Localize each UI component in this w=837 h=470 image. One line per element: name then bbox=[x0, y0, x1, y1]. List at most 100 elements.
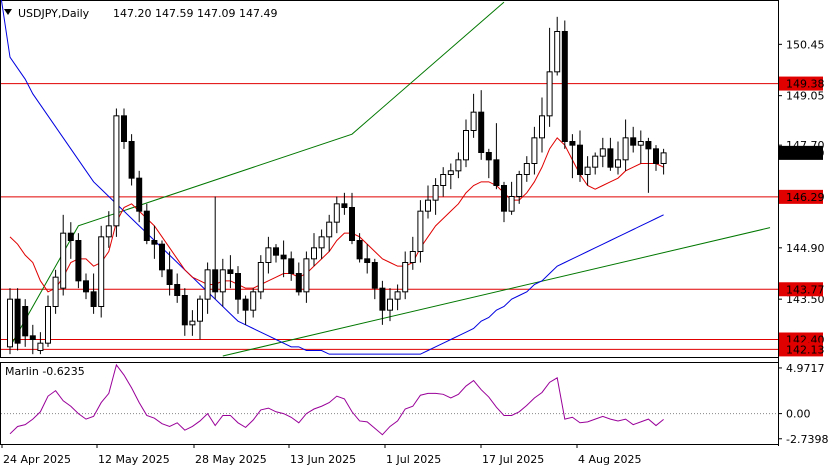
candle-bear bbox=[478, 111, 485, 153]
candle-bear bbox=[235, 273, 241, 300]
candle-bull bbox=[197, 298, 203, 322]
candle-bear bbox=[67, 232, 74, 242]
candle-bull bbox=[508, 196, 515, 212]
candle-bull bbox=[394, 291, 401, 300]
symbol-timeframe: USDJPY,Daily bbox=[18, 7, 90, 20]
candle-bull bbox=[531, 137, 538, 164]
candle-bear bbox=[356, 240, 363, 260]
candle-bull bbox=[622, 137, 629, 161]
candle-bear bbox=[166, 269, 173, 286]
candle-bear bbox=[174, 284, 181, 296]
candle-bull bbox=[204, 269, 211, 300]
candle-bull bbox=[219, 269, 226, 293]
candle-bull bbox=[660, 152, 667, 165]
candle-bear bbox=[561, 31, 568, 142]
candle-bear bbox=[227, 269, 234, 275]
candle-bear bbox=[181, 295, 188, 326]
candle-bear bbox=[121, 115, 127, 143]
level-price-tag: 149.38 bbox=[786, 78, 825, 91]
candle-bear bbox=[569, 141, 576, 146]
candle-bear bbox=[128, 141, 135, 179]
candle-bull bbox=[45, 306, 51, 344]
candle-bull bbox=[470, 111, 477, 131]
candle-bear bbox=[75, 240, 82, 282]
level-price-tag: 143.77 bbox=[786, 283, 825, 296]
candle-bear bbox=[242, 298, 249, 311]
candle-bear bbox=[14, 298, 21, 344]
ohlc-readout: 147.20 147.59 147.09 147.49 bbox=[113, 7, 277, 20]
candle-bear bbox=[341, 203, 348, 208]
candle-bull bbox=[523, 163, 530, 175]
candle-bull bbox=[455, 159, 462, 172]
candle-bull bbox=[584, 166, 591, 176]
candle-bull bbox=[265, 247, 272, 263]
price-tick-label: 150.45 bbox=[786, 38, 825, 51]
candle-bull bbox=[250, 291, 257, 311]
candle-bear bbox=[485, 152, 492, 161]
level-price-tag: 146.29 bbox=[786, 191, 825, 204]
candle-bear bbox=[90, 291, 97, 308]
candle-bear bbox=[349, 207, 355, 241]
candle-bull bbox=[402, 262, 409, 293]
candle-bear bbox=[364, 258, 371, 264]
time-tick-label: 24 Apr 2025 bbox=[3, 453, 71, 466]
candle-bull bbox=[105, 225, 112, 238]
candle-bear bbox=[280, 254, 287, 260]
candle-bull bbox=[326, 221, 333, 238]
candle-bull bbox=[637, 141, 644, 146]
candle-bear bbox=[212, 269, 219, 293]
candle-bull bbox=[592, 155, 599, 168]
time-tick-label: 28 May 2025 bbox=[195, 453, 267, 466]
time-tick-label: 17 Jul 2025 bbox=[482, 453, 544, 466]
candle-bull bbox=[37, 342, 44, 351]
candle-bear bbox=[577, 144, 583, 176]
candle-bull bbox=[417, 210, 424, 253]
candle-bear bbox=[136, 177, 143, 212]
candle-bull bbox=[318, 236, 325, 249]
chart-canvas: 150.45149.05147.70146.30144.90143.504.97… bbox=[0, 0, 828, 466]
candle-bear bbox=[22, 306, 29, 337]
level-price-tag: 142.13 bbox=[786, 343, 825, 356]
candle-bull bbox=[333, 203, 340, 223]
candle-bear bbox=[295, 273, 302, 293]
marlin-tick-label: 4.9717 bbox=[786, 362, 825, 375]
marlin-frame bbox=[0, 362, 779, 445]
candle-bull bbox=[539, 115, 545, 139]
candle-bull bbox=[447, 170, 454, 175]
marlin-indicator-label: Marlin -0.6235 bbox=[5, 365, 85, 378]
candle-bear bbox=[645, 141, 652, 150]
candle-bull bbox=[189, 320, 196, 326]
candle-bear bbox=[83, 280, 89, 293]
price-tick-label: 144.90 bbox=[786, 242, 825, 255]
candle-bear bbox=[379, 287, 386, 311]
candle-bear bbox=[501, 185, 507, 212]
candle-bull bbox=[257, 262, 264, 293]
candle-bear bbox=[29, 335, 36, 341]
candle-bull bbox=[554, 31, 561, 73]
candle-bear bbox=[159, 243, 165, 271]
time-tick-label: 4 Aug 2025 bbox=[578, 453, 641, 466]
candle-bull bbox=[432, 185, 439, 201]
candle-bear bbox=[288, 258, 295, 275]
candle-bull bbox=[546, 71, 553, 117]
candle-bull bbox=[440, 174, 447, 186]
time-tick-label: 13 Jun 2025 bbox=[290, 453, 356, 466]
candle-bull bbox=[98, 236, 105, 307]
candle-bull bbox=[52, 276, 59, 307]
candle-bull bbox=[311, 247, 317, 260]
time-tick-label: 12 May 2025 bbox=[98, 453, 170, 466]
candle-bull bbox=[113, 115, 120, 227]
candle-bear bbox=[607, 148, 614, 168]
candle-bull bbox=[7, 298, 13, 348]
candle-bull bbox=[387, 298, 393, 311]
time-tick-label: 1 Jul 2025 bbox=[386, 453, 441, 466]
candle-bull bbox=[425, 199, 431, 212]
candle-bull bbox=[463, 130, 469, 161]
marlin-tick-label: 0.00 bbox=[786, 408, 811, 421]
candle-bear bbox=[371, 262, 378, 289]
candle-bull bbox=[409, 251, 416, 263]
candle-bull bbox=[615, 159, 621, 168]
candle-bear bbox=[151, 240, 158, 245]
candle-bull bbox=[599, 148, 606, 157]
candle-bull bbox=[60, 232, 67, 289]
